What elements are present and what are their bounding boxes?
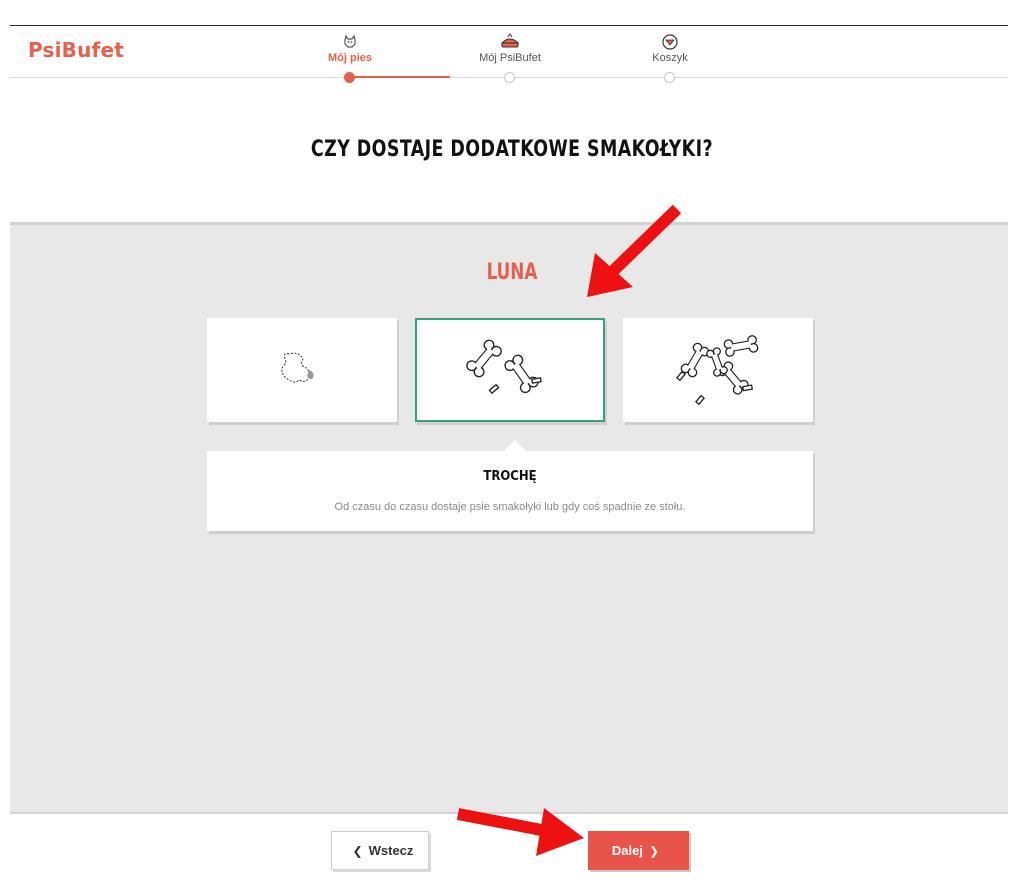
next-button[interactable]: Dalej ❯ [588, 831, 689, 870]
dog-name: LUNA [486, 260, 538, 285]
step-dot-active[interactable] [344, 72, 355, 83]
top-border [10, 25, 1008, 26]
step-koszyk[interactable]: Koszyk [615, 33, 725, 64]
chevron-left-icon: ❮ [352, 843, 363, 858]
back-button-label: Wstecz [368, 843, 414, 858]
option-none[interactable] [207, 318, 397, 422]
option-title: TROCHĘ [483, 469, 537, 484]
cart-icon [662, 34, 678, 50]
few-bones-icon [466, 339, 542, 395]
chevron-right-icon: ❯ [649, 843, 660, 858]
step-label: Koszyk [652, 52, 688, 64]
annotation-arrow-icon [456, 808, 584, 856]
step-moj-pies[interactable]: Mój pies [295, 33, 405, 64]
stepper-progress [349, 76, 450, 78]
psibufet-logo[interactable]: PsiBufet [28, 38, 124, 62]
back-button[interactable]: ❮ Wstecz [331, 831, 429, 870]
step-dot[interactable] [664, 72, 675, 83]
option-many[interactable] [623, 318, 813, 422]
question-heading: CZY DOSTAJE DODATKOWE SMAKOŁYKI? [310, 137, 714, 162]
step-label: Mój pies [327, 52, 372, 64]
bowl-icon [500, 33, 520, 48]
step-dot[interactable] [504, 72, 515, 83]
one-bone-icon [281, 352, 314, 383]
annotation-arrow-icon [587, 204, 682, 297]
dog-icon [344, 34, 356, 48]
many-bones-icon [675, 335, 759, 406]
option-description-card: TROCHĘ Od czasu do czasu dostaje psie sm… [207, 451, 813, 531]
next-button-label: Dalej [611, 843, 643, 858]
option-description: Od czasu do czasu dostaje psie smakołyki… [334, 501, 686, 513]
step-moj-psibufet[interactable]: Mój PsiBufet [455, 33, 565, 64]
step-label: Mój PsiBufet [479, 52, 541, 64]
option-some[interactable] [415, 318, 605, 422]
